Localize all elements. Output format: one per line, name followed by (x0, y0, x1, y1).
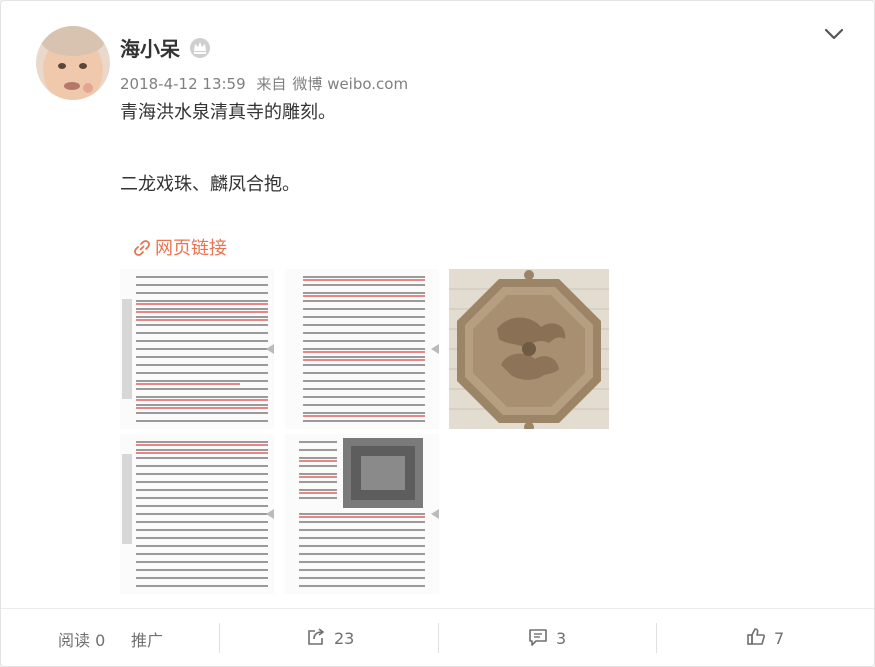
web-link[interactable]: 网页链接 (133, 234, 227, 260)
repost-button[interactable]: 23 (306, 627, 354, 648)
repost-count: 23 (334, 629, 355, 648)
post-footer: 阅读 0 推广 23 3 7 (1, 608, 874, 667)
post-source[interactable]: 微博 weibo.com (292, 75, 408, 93)
repost-icon (308, 628, 325, 645)
link-icon (134, 240, 150, 256)
post-text-line2: 二龙戏珠、麟凤合抱。 (120, 174, 300, 195)
like-icon (747, 628, 765, 645)
like-count: 7 (774, 629, 785, 648)
footer-divider (438, 623, 439, 653)
post-image-5[interactable] (285, 434, 439, 594)
post-image-1[interactable] (120, 269, 274, 429)
post-timestamp[interactable]: 2018-4-12 13:59 (120, 75, 246, 93)
user-avatar[interactable] (36, 26, 110, 100)
comment-button[interactable]: 3 (528, 627, 566, 648)
post-image-3[interactable] (449, 269, 609, 429)
comment-icon (529, 629, 547, 646)
footer-divider (219, 623, 220, 653)
like-button[interactable]: 7 (746, 627, 784, 648)
read-label: 阅读 (58, 631, 91, 650)
source-prefix: 来自 (256, 75, 287, 93)
post-image-4[interactable] (120, 434, 274, 594)
crown-icon (189, 37, 211, 59)
post-image-2[interactable] (285, 269, 439, 429)
read-count: 阅读 0 (58, 627, 105, 651)
web-link-label: 网页链接 (155, 238, 227, 259)
comment-count: 3 (556, 629, 567, 648)
chevron-down-icon[interactable] (821, 23, 847, 45)
promote-button[interactable]: 推广 (131, 627, 163, 651)
post-text-line1: 青海洪水泉清真寺的雕刻。 (120, 102, 336, 123)
post-meta: 2018-4-12 13:59 来自 微博 weibo.com (120, 73, 414, 94)
footer-divider (656, 623, 657, 653)
username[interactable]: 海小呆 (120, 33, 180, 62)
read-number: 0 (95, 631, 106, 650)
weibo-post-card: 海小呆 2018-4-12 13:59 来自 微博 weibo.com 青海洪水泉… (0, 0, 875, 667)
